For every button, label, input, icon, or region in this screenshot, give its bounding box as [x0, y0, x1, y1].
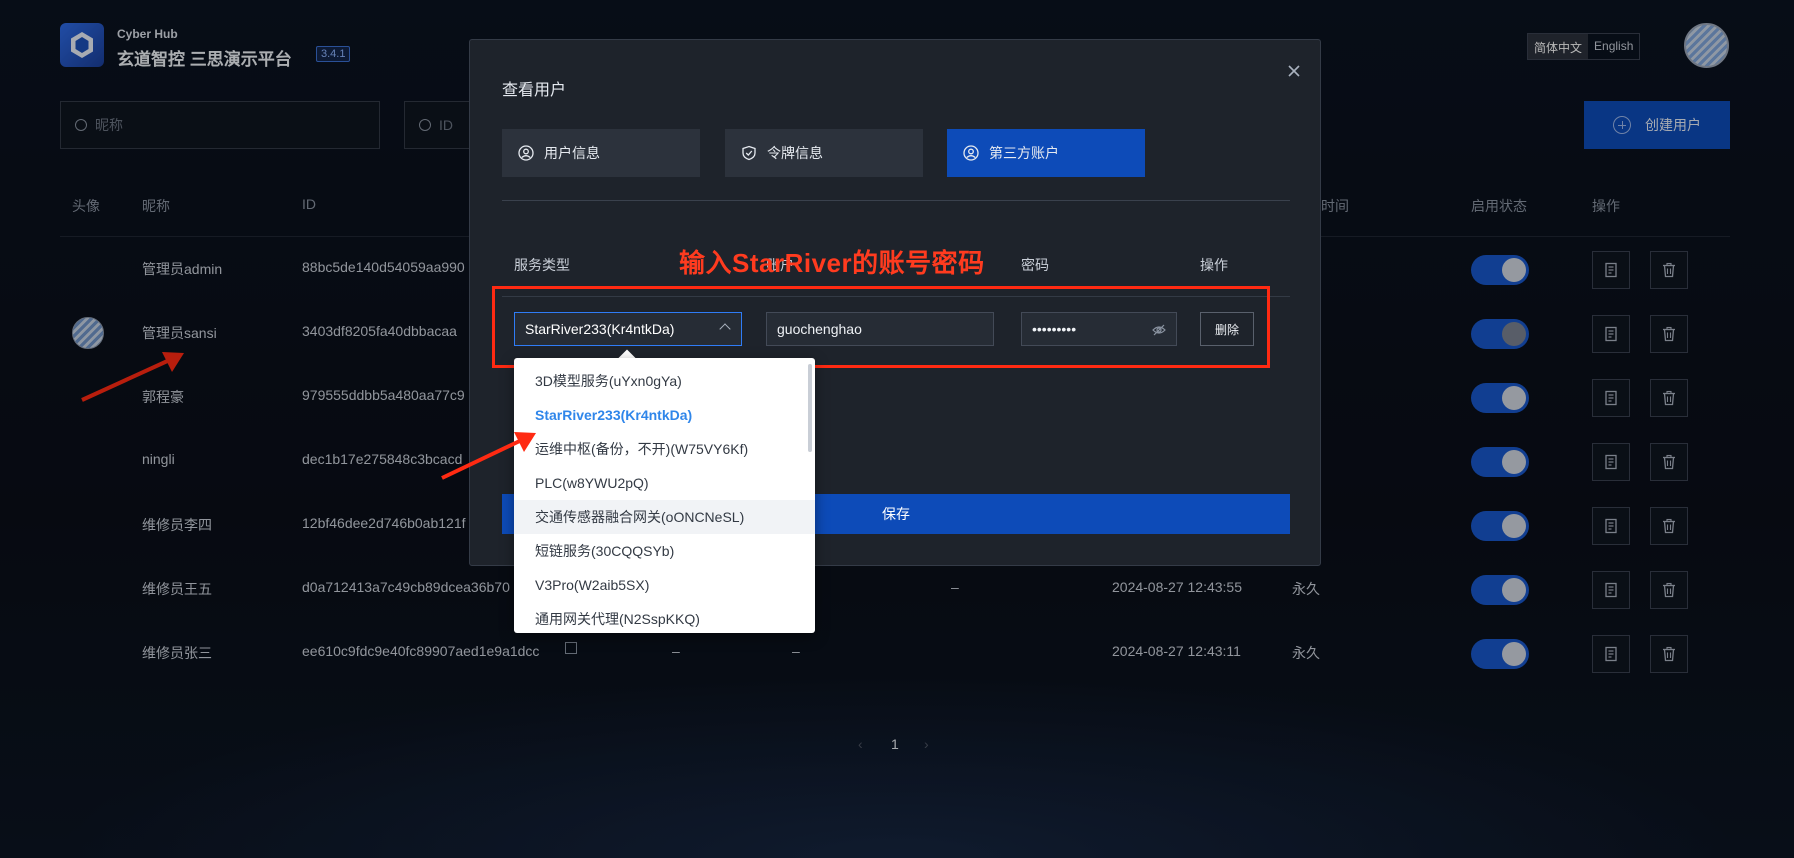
col-operations: 操作 [1200, 257, 1228, 273]
dropdown-option[interactable]: 通用网关代理(N2SspKKQ) [514, 602, 815, 633]
dropdown-option[interactable]: 运维中枢(备份，不开)(W75VY6Kf) [514, 432, 815, 466]
annotation-arrow-icon [441, 432, 536, 480]
close-icon[interactable] [1287, 64, 1301, 78]
dropdown-option[interactable]: 短链服务(30CQQSYb) [514, 534, 815, 568]
tab-third-party-accounts[interactable]: 第三方账户 [947, 129, 1145, 177]
col-service-type: 服务类型 [514, 257, 570, 273]
dropdown-option[interactable]: V3Pro(W2aib5SX) [514, 568, 815, 602]
dropdown-scrollbar[interactable] [808, 364, 812, 452]
tab-user-info[interactable]: 用户信息 [502, 129, 700, 177]
annotation-text: 输入StarRiver的账号密码 [679, 248, 985, 278]
dropdown-option[interactable]: 交通传感器融合网关(oONCNeSL) [514, 500, 815, 534]
dropdown-option[interactable]: 3D模型服务(uYxn0gYa) [514, 364, 815, 398]
modal-divider [502, 200, 1290, 201]
service-type-dropdown: 3D模型服务(uYxn0gYa) StarRiver233(Kr4ntkDa) 运维… [514, 358, 815, 633]
user-circle-icon [963, 145, 979, 161]
modal-title: 查看用户 [502, 82, 567, 99]
annotation-highlight-box [492, 286, 1270, 368]
user-circle-icon [518, 145, 534, 161]
shield-check-icon [742, 145, 756, 161]
tab-token-info[interactable]: 令牌信息 [725, 129, 923, 177]
dropdown-option[interactable]: PLC(w8YWU2pQ) [514, 466, 815, 500]
dropdown-option[interactable]: StarRiver233(Kr4ntkDa) [514, 398, 815, 432]
col-password: 密码 [1021, 257, 1049, 273]
